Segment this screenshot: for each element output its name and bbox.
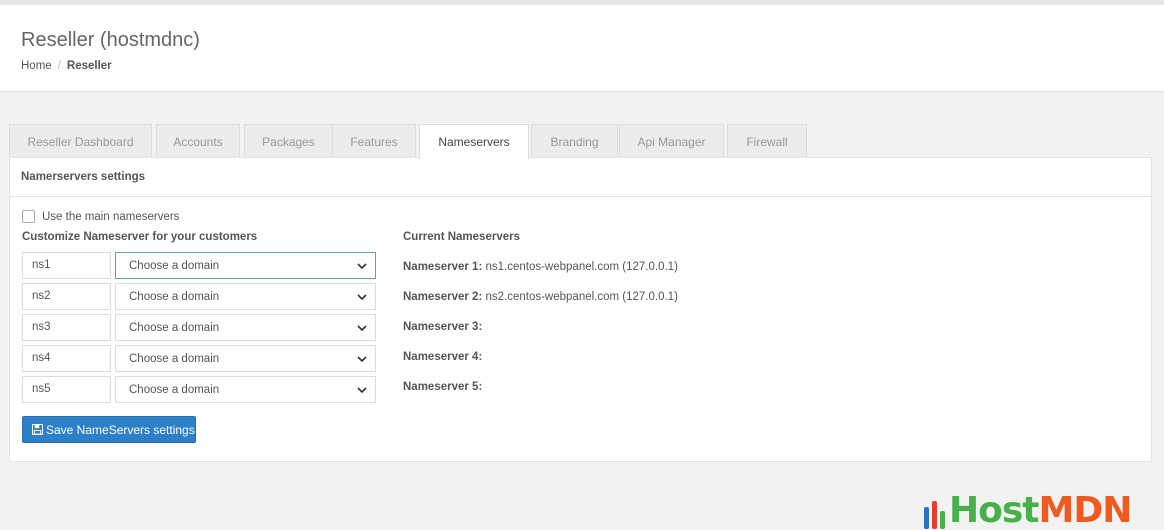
nameservers-panel: Namerservers settings Use the main names… <box>9 157 1152 462</box>
tab-packages[interactable]: Packages <box>244 124 333 158</box>
current-ns3: Nameserver 3: <box>403 321 482 333</box>
current-ns2: Nameserver 2: ns2.centos-webpanel.com (1… <box>403 291 678 303</box>
ns3-prefix-input[interactable]: ns3 <box>22 314 111 341</box>
ns5-select-value: Choose a domain <box>129 384 220 396</box>
chevron-down-icon <box>357 356 367 363</box>
panel-heading: Namerservers settings <box>10 158 1151 197</box>
current-nameservers-label: Current Nameservers <box>403 231 520 243</box>
ns1-select-value: Choose a domain <box>129 260 220 272</box>
logo-text-host: Host <box>949 490 1039 530</box>
chevron-down-icon <box>357 325 367 332</box>
current-ns4-label: Nameserver 4: <box>403 351 483 363</box>
tab-accounts[interactable]: Accounts <box>156 124 240 158</box>
panel-heading-title: Namerservers settings <box>21 171 146 183</box>
ns5-domain-select[interactable]: Choose a domain <box>115 376 376 403</box>
ns2-select-value: Choose a domain <box>129 291 220 303</box>
tab-features[interactable]: Features <box>332 124 416 158</box>
save-button-label: Save NameServers settings <box>46 422 195 437</box>
ns1-prefix-input[interactable]: ns1 <box>22 252 111 279</box>
ns3-select-value: Choose a domain <box>129 322 220 334</box>
page-title: Reseller (hostmdnc) <box>21 29 200 51</box>
breadcrumb-separator: / <box>57 60 61 72</box>
breadcrumb-current: Reseller <box>66 60 112 72</box>
chevron-down-icon <box>357 263 367 270</box>
ns4-prefix-input[interactable]: ns4 <box>22 345 111 372</box>
current-ns5: Nameserver 5: <box>403 381 482 393</box>
current-ns2-value: ns2.centos-webpanel.com (127.0.0.1) <box>485 291 678 303</box>
tab-nameservers[interactable]: Nameservers <box>419 124 529 159</box>
customize-label: Customize Nameserver for your customers <box>22 231 258 243</box>
current-ns1-value: ns1.centos-webpanel.com (127.0.0.1) <box>485 261 678 273</box>
tab-branding[interactable]: Branding <box>531 124 618 158</box>
current-ns5-label: Nameserver 5: <box>403 381 483 393</box>
floppy-disk-icon <box>32 424 43 435</box>
ns5-prefix-input[interactable]: ns5 <box>22 376 111 403</box>
ns2-prefix-input[interactable]: ns2 <box>22 283 111 310</box>
current-ns1: Nameserver 1: ns1.centos-webpanel.com (1… <box>403 261 678 273</box>
ns2-domain-select[interactable]: Choose a domain <box>115 283 376 310</box>
chevron-down-icon <box>357 294 367 301</box>
current-ns3-label: Nameserver 3: <box>403 321 483 333</box>
ns1-domain-select[interactable]: Choose a domain <box>115 252 376 279</box>
hostmdn-logo: HostMDN <box>924 490 1133 530</box>
tab-firewall[interactable]: Firewall <box>727 124 807 158</box>
tab-api-manager[interactable]: Api Manager <box>619 124 724 158</box>
page-header: Reseller (hostmdnc) Home / Reseller <box>0 5 1164 92</box>
ns4-select-value: Choose a domain <box>129 353 220 365</box>
current-ns2-label: Nameserver 2: <box>403 291 483 303</box>
use-main-nameservers-checkbox[interactable] <box>22 210 35 223</box>
use-main-nameservers-row: Use the main nameservers <box>22 210 179 223</box>
chevron-down-icon <box>357 387 367 394</box>
logo-text: HostMDN <box>949 490 1133 530</box>
ns4-domain-select[interactable]: Choose a domain <box>115 345 376 372</box>
tab-reseller-dashboard[interactable]: Reseller Dashboard <box>9 124 152 158</box>
logo-bars-icon <box>924 497 945 529</box>
save-nameservers-button[interactable]: Save NameServers settings <box>22 416 196 443</box>
breadcrumb: Home / Reseller <box>21 60 112 72</box>
use-main-nameservers-label: Use the main nameservers <box>42 210 180 223</box>
ns3-domain-select[interactable]: Choose a domain <box>115 314 376 341</box>
current-ns1-label: Nameserver 1: <box>403 261 483 273</box>
breadcrumb-home-link[interactable]: Home <box>21 60 52 72</box>
current-ns4: Nameserver 4: <box>403 351 482 363</box>
logo-text-mdn: MDN <box>1038 490 1133 530</box>
